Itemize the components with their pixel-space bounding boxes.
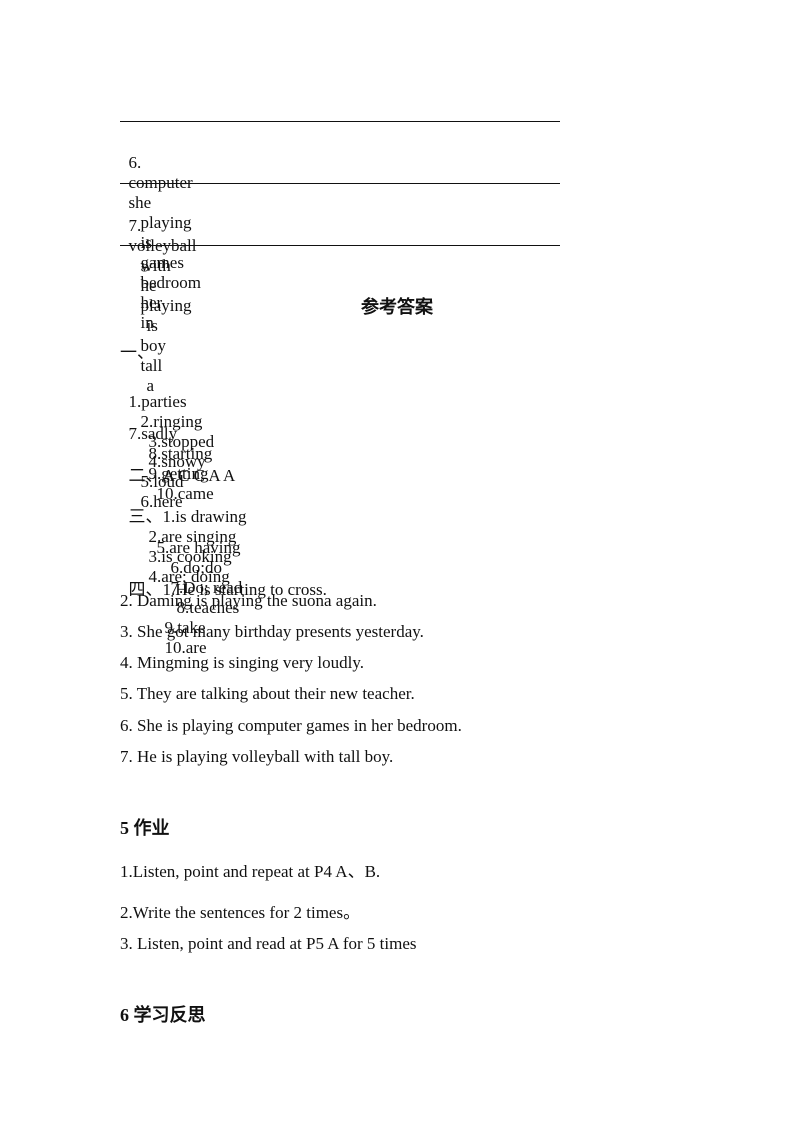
sentence: 3. She got many birthday presents yester… xyxy=(120,622,424,641)
item-number: 7. xyxy=(128,216,142,235)
sentence: 7. He is playing volleyball with tall bo… xyxy=(120,747,394,766)
sentence: 6. She is playing computer games in her … xyxy=(120,716,462,735)
homework-item: 1.Listen, point and repeat at P4 A、B. xyxy=(120,862,381,881)
reflection-heading: 6 学习反思 xyxy=(120,1005,206,1025)
section1-label: 一、 xyxy=(120,343,154,362)
homework-heading: 5 作业 xyxy=(120,818,170,838)
answer-line xyxy=(120,183,560,184)
homework-item: 2.Write the sentences for 2 times。 xyxy=(120,903,361,922)
homework-item: 3. Listen, point and read at P5 A for 5 … xyxy=(120,934,417,953)
word: with xyxy=(140,256,171,275)
answer-line xyxy=(120,121,560,122)
sentence: 4. Mingming is singing very loudly. xyxy=(120,653,364,672)
answer-line xyxy=(120,245,560,246)
item-number: 6. xyxy=(128,153,142,172)
sentence: 2. Daming is playing the suona again. xyxy=(120,591,377,610)
answer-key-title: 参考答案 xyxy=(361,297,433,317)
section2: 二、A C C A A xyxy=(120,441,236,486)
sentence: 5. They are talking about their new teac… xyxy=(120,684,415,703)
